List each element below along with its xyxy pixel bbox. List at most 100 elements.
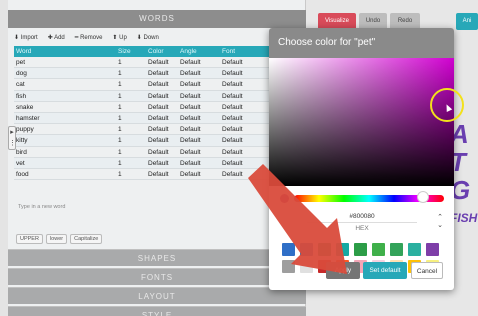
cell-word: hamster [16, 114, 40, 122]
cell-word: puppy [16, 126, 34, 134]
color-swatch[interactable] [390, 243, 403, 256]
cell-angle: Default [180, 70, 201, 78]
table-row[interactable]: food 1 Default Default Default [14, 169, 306, 181]
cell-size: 1 [118, 70, 122, 78]
panel-drag-handle[interactable]: ▸ ⋮ [8, 126, 16, 150]
cell-size: 1 [118, 103, 122, 111]
table-row[interactable]: dog 1 Default Default Default [14, 68, 306, 80]
case-buttons: UPPER lower Capitalize [16, 234, 103, 244]
color-swatch[interactable] [318, 243, 331, 256]
dialog-title: Choose color for "pet" [269, 28, 454, 58]
table-row[interactable]: kitty 1 Default Default Default [14, 135, 306, 147]
cell-font: Default [222, 159, 243, 167]
hex-input[interactable]: #800080 [307, 211, 417, 223]
table-row[interactable]: hamster 1 Default Default Default [14, 112, 306, 125]
cell-angle: Default [180, 81, 201, 89]
column-header-size[interactable]: Size [118, 46, 148, 57]
capitalize-button[interactable]: Capitalize [70, 234, 103, 244]
cell-size: 1 [118, 81, 122, 89]
column-header-color[interactable]: Color [148, 46, 180, 57]
color-swatch[interactable] [372, 243, 385, 256]
table-row[interactable]: vet 1 Default Default Default [14, 157, 306, 169]
cell-word: kitty [16, 137, 28, 145]
set-default-button[interactable]: Set default [363, 262, 407, 279]
color-swatch[interactable] [282, 243, 295, 256]
cell-color[interactable]: Default [148, 124, 180, 134]
cell-angle: Default [180, 126, 201, 134]
cell-size: 1 [118, 59, 122, 66]
hue-slider-knob[interactable] [417, 191, 429, 203]
cell-color[interactable]: Default [148, 169, 180, 179]
table-row[interactable]: bird 1 Default Default Default [14, 147, 306, 158]
cell-color[interactable]: Default [148, 57, 180, 67]
words-toolbar: ⬇ Import ✚ Add ━ Remove ⬆ Up ⬇ Down [8, 30, 306, 44]
cell-angle: Default [180, 148, 201, 156]
cell-size: 1 [118, 126, 122, 134]
cell-font: Default [222, 148, 243, 156]
color-swatch[interactable] [354, 243, 367, 256]
down-button[interactable]: ⬇ Down [137, 34, 159, 41]
section-shapes[interactable]: SHAPES [8, 249, 306, 266]
color-swatch[interactable] [300, 243, 313, 256]
section-layout[interactable]: LAYOUT [8, 287, 306, 304]
apply-button[interactable]: Apply [326, 262, 360, 279]
cell-angle: Default [180, 114, 201, 122]
cell-size: 1 [118, 137, 122, 145]
up-button[interactable]: ⬆ Up [112, 34, 126, 41]
cell-angle: Default [180, 59, 201, 66]
column-header-font[interactable]: Font [222, 46, 264, 57]
color-swatch[interactable] [336, 243, 349, 256]
saturation-value-picker[interactable] [269, 58, 454, 186]
table-header-row: Word Size Color Angle Font [14, 46, 306, 57]
cell-color[interactable]: Default [148, 147, 180, 157]
cell-font: Default [222, 137, 243, 145]
art-letter: A [450, 120, 469, 149]
cell-font: Default [222, 103, 243, 111]
color-mode-label: HEX [355, 225, 369, 232]
cell-angle: Default [180, 92, 201, 100]
cell-color[interactable]: Default [148, 113, 180, 123]
animate-button[interactable]: Ani [456, 13, 478, 30]
color-swatch[interactable] [282, 260, 295, 273]
add-button[interactable]: ✚ Add [48, 34, 65, 41]
cell-angle: Default [180, 103, 201, 111]
cell-font: Default [222, 70, 243, 78]
cell-font: Default [222, 59, 243, 66]
cell-font: Default [222, 114, 243, 122]
cell-font: Default [222, 126, 243, 134]
section-fonts[interactable]: FONTS [8, 268, 306, 285]
remove-button[interactable]: ━ Remove [75, 34, 103, 41]
upper-case-button[interactable]: UPPER [16, 234, 43, 244]
cell-word: food [16, 170, 29, 178]
column-header-word[interactable]: Word [14, 46, 118, 57]
mode-toggle-icon[interactable]: ⌃ ⌄ [435, 214, 445, 230]
table-row[interactable]: puppy 1 Default Default Default [14, 124, 306, 136]
table-row[interactable]: cat 1 Default Default Default [14, 79, 306, 91]
cell-size: 1 [118, 148, 122, 156]
table-row[interactable]: fish 1 Default Default Default [14, 90, 306, 102]
cell-color[interactable]: Default [148, 135, 180, 145]
lower-case-button[interactable]: lower [45, 234, 68, 244]
cell-color[interactable]: Default [148, 91, 180, 101]
word-cloud-preview: A T G FISH [450, 120, 478, 270]
section-style[interactable]: STYLE [8, 306, 306, 316]
art-word: FISH [450, 211, 478, 225]
cell-size: 1 [118, 92, 122, 100]
color-swatch[interactable] [300, 260, 313, 273]
cancel-button[interactable]: Cancel [411, 262, 443, 279]
table-row[interactable]: pet 1 Default Default Default [14, 57, 306, 69]
cell-color[interactable]: Default [148, 68, 180, 78]
cell-color[interactable]: Default [148, 79, 180, 89]
column-header-angle[interactable]: Angle [180, 46, 222, 57]
words-panel-title: WORDS [8, 10, 306, 28]
cell-color[interactable]: Default [148, 102, 180, 112]
cell-word: snake [16, 103, 34, 111]
app-window: WORDS ⬇ Import ✚ Add ━ Remove ⬆ Up ⬇ Dow… [0, 0, 478, 316]
new-word-input[interactable]: Type in a new word [18, 204, 65, 210]
color-swatch[interactable] [426, 243, 439, 256]
import-button[interactable]: ⬇ Import [14, 34, 38, 41]
cell-color[interactable]: Default [148, 158, 180, 168]
table-row[interactable]: snake 1 Default Default Default [14, 102, 306, 113]
cell-size: 1 [118, 159, 122, 167]
color-swatch[interactable] [408, 243, 421, 256]
